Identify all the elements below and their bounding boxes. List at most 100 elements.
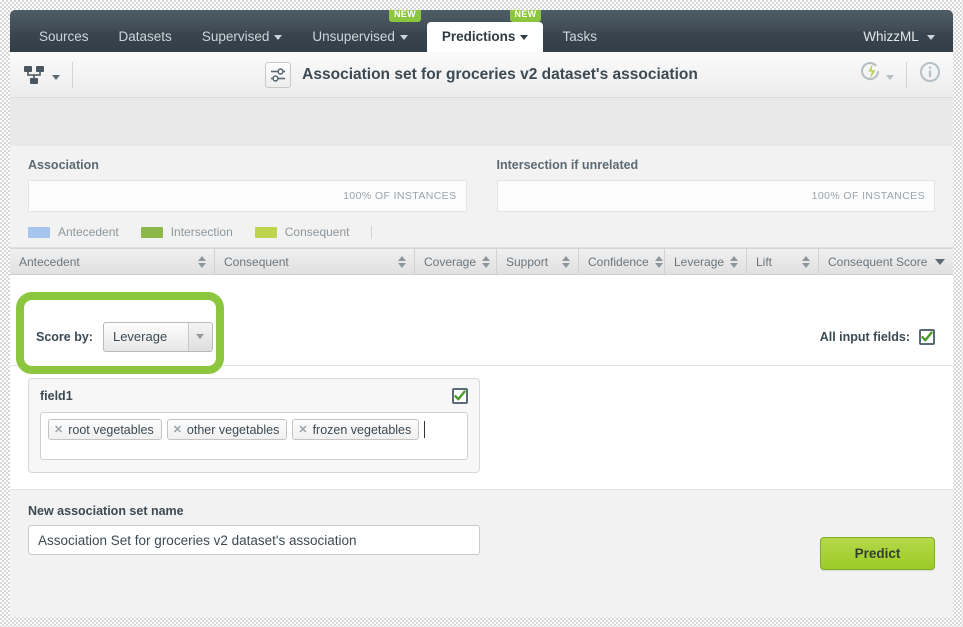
nav-item-label: Unsupervised xyxy=(312,29,395,44)
legend-item: Antecedent xyxy=(28,225,119,239)
title-actions xyxy=(860,61,941,88)
nav-unsupervised[interactable]: Unsupervised NEW xyxy=(297,10,423,52)
remove-tag-icon[interactable]: ✕ xyxy=(54,423,63,436)
field-name-label: field1 xyxy=(40,389,73,403)
flash-menu[interactable] xyxy=(860,61,894,88)
association-icon xyxy=(265,61,292,88)
check-icon xyxy=(454,390,466,401)
table-header-antecedent[interactable]: Antecedent xyxy=(10,249,215,274)
remove-tag-icon[interactable]: ✕ xyxy=(298,423,307,436)
table-header-label: Support xyxy=(506,254,549,269)
summary-panels: Association 100% OF INSTANCES Antecedent… xyxy=(10,146,953,248)
nav-item-label: Supervised xyxy=(201,29,270,44)
nav-item-label: Predictions xyxy=(441,29,516,44)
sort-arrows-icon xyxy=(654,255,663,268)
sort-arrows-icon xyxy=(730,255,739,268)
table-header-label: Confidence xyxy=(588,254,649,269)
table-header-confidence[interactable]: Confidence xyxy=(579,249,665,274)
nav-supervised[interactable]: Supervised xyxy=(187,22,298,52)
all-input-fields-group: All input fields: xyxy=(819,328,935,345)
predict-button-label: Predict xyxy=(854,546,901,561)
legend-label: Antecedent xyxy=(58,225,119,239)
new-set-name-input[interactable]: Association Set for groceries v2 dataset… xyxy=(28,525,480,555)
field-tag[interactable]: ✕ root vegetables xyxy=(48,419,162,440)
table-header-consequent[interactable]: Consequent xyxy=(215,249,415,274)
sort-arrows-icon xyxy=(398,255,406,268)
all-input-fields-label: All input fields: xyxy=(819,329,910,344)
legend-swatch xyxy=(140,226,163,238)
new-badge: NEW xyxy=(389,10,421,22)
table-header-row: Antecedent Consequent Coverage Support Confi… xyxy=(10,248,953,275)
intersection-panel-title: Intersection if unrelated xyxy=(496,158,639,172)
field-tag-label: root vegetables xyxy=(68,422,154,437)
tree-icon xyxy=(22,64,48,86)
chevron-down-icon xyxy=(886,75,894,80)
score-by-label: Score by: xyxy=(36,329,93,344)
sort-arrows-icon xyxy=(482,255,491,268)
score-by-band: Score by: Leverage All input fields: xyxy=(10,292,953,374)
remove-tag-icon[interactable]: ✕ xyxy=(173,423,182,436)
text-cursor xyxy=(424,421,426,438)
intersection-bar-label: 100% OF INSTANCES xyxy=(811,190,925,202)
flash-icon xyxy=(860,61,882,88)
nav-account-menu[interactable]: WhizzML xyxy=(848,22,939,52)
nav-item-label: Tasks xyxy=(562,29,597,44)
chevron-down-icon xyxy=(187,322,212,351)
table-header-label: Consequent xyxy=(224,254,289,269)
table-header-lift[interactable]: Lift xyxy=(747,249,819,274)
title-bar: Association set for groceries v2 dataset… xyxy=(10,52,953,98)
nav-predictions[interactable]: Predictions NEW xyxy=(426,10,544,52)
title-center-group: Association set for groceries v2 dataset… xyxy=(10,61,953,88)
resource-type-menu[interactable] xyxy=(22,61,85,88)
top-navigation: Sources Datasets Supervised Unsupervised NEW… xyxy=(10,10,953,52)
association-panel: Association 100% OF INSTANCES Antecedent… xyxy=(28,158,467,241)
table-header-label: Antecedent xyxy=(19,254,80,269)
nav-items: Sources Datasets Supervised Unsupervised NEW… xyxy=(24,10,612,52)
table-header-label: Leverage xyxy=(674,254,725,269)
table-header-support[interactable]: Support xyxy=(497,249,579,274)
table-header-label: Coverage xyxy=(424,254,477,269)
nav-tasks[interactable]: Tasks xyxy=(547,22,612,52)
new-badge: NEW xyxy=(509,10,542,22)
table-header-coverage[interactable]: Coverage xyxy=(415,249,497,274)
info-icon[interactable] xyxy=(919,61,941,88)
legend-label: Consequent xyxy=(284,225,350,239)
score-by-value: Leverage xyxy=(112,329,168,344)
table-header-label: Lift xyxy=(756,254,773,269)
legend-divider xyxy=(371,225,373,239)
field-card-header: field1 xyxy=(40,388,468,404)
field-card: field1 ✕ root vegetables ✕ other vegetables… xyxy=(28,378,480,473)
sort-arrows-icon xyxy=(802,255,810,268)
field-tag[interactable]: ✕ other vegetables xyxy=(166,419,288,440)
predict-button[interactable]: Predict xyxy=(820,537,935,570)
new-set-name-label: New association set name xyxy=(28,504,184,518)
score-by-group: Score by: Leverage xyxy=(36,321,213,352)
divider xyxy=(906,61,907,88)
bottom-band: New association set name Association Set… xyxy=(10,490,953,596)
nav-datasets[interactable]: Datasets xyxy=(104,22,187,52)
field-tag-input[interactable]: ✕ root vegetables ✕ other vegetables ✕ frozen… xyxy=(40,412,468,460)
intersection-bar: 100% OF INSTANCES xyxy=(496,180,935,212)
nav-item-label: Sources xyxy=(39,29,89,44)
all-input-fields-checkbox[interactable] xyxy=(919,328,935,345)
legend-item: Consequent xyxy=(254,225,350,239)
table-header-leverage[interactable]: Leverage xyxy=(665,249,747,274)
divider xyxy=(72,61,73,88)
intersection-panel: Intersection if unrelated 100% OF INSTAN… xyxy=(496,158,935,241)
sort-arrows-icon xyxy=(198,255,206,268)
association-bar-label: 100% OF INSTANCES xyxy=(343,190,457,202)
sort-arrows-icon xyxy=(562,255,570,268)
table-header-label: Consequent Score xyxy=(828,254,928,269)
field-tag[interactable]: ✕ frozen vegetables xyxy=(292,419,420,440)
field-enabled-checkbox[interactable] xyxy=(452,388,468,404)
nav-sources[interactable]: Sources xyxy=(24,22,104,52)
score-by-select[interactable]: Leverage xyxy=(102,321,213,352)
chevron-down-icon xyxy=(399,34,408,40)
association-panel-title: Association xyxy=(28,158,99,172)
table-header-consequent-score[interactable]: Consequent Score xyxy=(819,249,953,274)
field-tag-label: frozen vegetables xyxy=(312,422,412,437)
legend-swatch xyxy=(28,226,50,238)
chevron-down-icon xyxy=(274,34,283,40)
nav-account-label: WhizzML xyxy=(863,29,919,44)
new-set-name-value: Association Set for groceries v2 dataset… xyxy=(38,532,357,548)
